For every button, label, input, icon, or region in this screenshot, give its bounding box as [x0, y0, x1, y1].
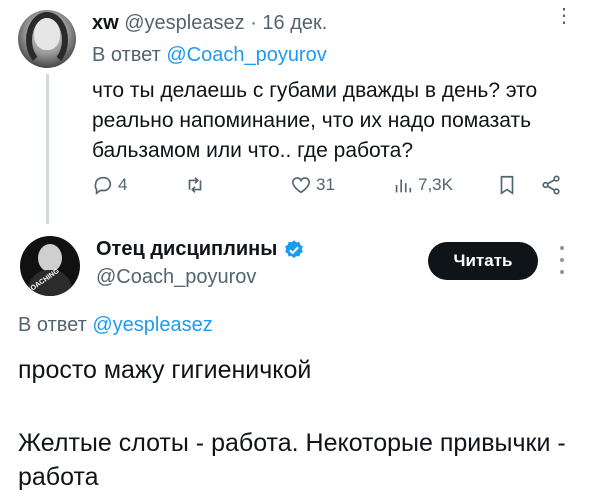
verified-badge-icon [285, 239, 304, 258]
tweet-text-line1: просто мажу гигиеничкой [18, 356, 312, 384]
reply-count: 4 [118, 175, 128, 194]
share-button[interactable] [540, 172, 562, 198]
tweet-text-line2: Желтые слоты - работа. Некоторые привычк… [18, 429, 566, 491]
display-name[interactable]: Отец дисциплины [96, 238, 277, 261]
avatar[interactable]: COACHING [20, 236, 80, 296]
views-count: 7,3K [418, 175, 453, 194]
display-name[interactable]: xw [92, 12, 119, 34]
more-options-icon[interactable]: ⋮ [552, 6, 576, 36]
like-count: 31 [316, 175, 335, 194]
tweet-date[interactable]: 16 дек. [262, 12, 327, 34]
action-bar: 4 31 7,3K [92, 172, 582, 198]
replying-handle-link[interactable]: @yespleasez [92, 314, 212, 336]
separator: · [250, 12, 257, 34]
tweet-text: что ты делаешь с губами дважды в день? э… [92, 79, 538, 162]
views-icon [395, 179, 412, 193]
repost-button[interactable] [184, 172, 210, 198]
user-handle[interactable]: @yespleasez [124, 12, 244, 34]
views-button[interactable]: 7,3K [392, 172, 453, 198]
display-name-row: Отец дисциплины [96, 238, 305, 261]
tweet-header: xw @yespleasez · 16 дек. [92, 12, 327, 35]
user-handle[interactable]: @Coach_poyurov [96, 266, 256, 289]
thread-line [46, 74, 49, 224]
replying-prefix: В ответ [92, 44, 161, 66]
reply-tweet[interactable]: xw @yespleasez · 16 дек. ⋮ В ответ @Coac… [0, 0, 592, 224]
more-options-icon[interactable] [556, 246, 568, 274]
bookmark-icon [500, 175, 514, 195]
heart-icon [291, 177, 311, 194]
replying-to: В ответ @Coach_poyurov [92, 44, 327, 67]
replying-handle-link[interactable]: @Coach_poyurov [166, 44, 326, 66]
replying-prefix: В ответ [18, 314, 87, 336]
like-button[interactable]: 31 [290, 172, 335, 198]
avatar[interactable] [18, 10, 76, 68]
reply-icon [94, 176, 112, 195]
reply-button[interactable]: 4 [92, 172, 127, 198]
main-tweet[interactable]: COACHING Отец дисциплины @Coach_poyurov … [0, 220, 592, 501]
share-icon [542, 175, 560, 195]
bookmark-button[interactable] [496, 172, 518, 198]
repost-icon [188, 177, 202, 193]
follow-button[interactable]: Читать [428, 242, 538, 280]
replying-to: В ответ @yespleasez [18, 314, 213, 337]
